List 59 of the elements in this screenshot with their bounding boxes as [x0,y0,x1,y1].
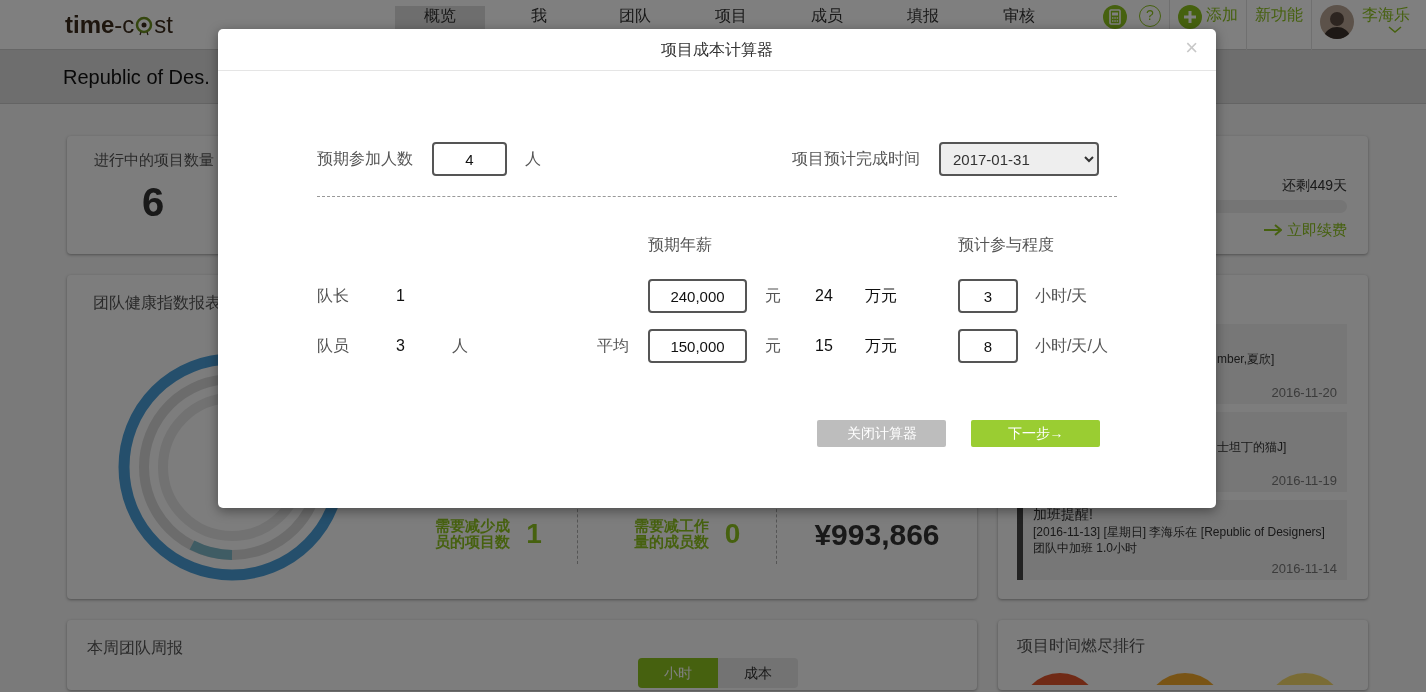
donut-chart-drawing [1275,672,1335,685]
donut-chart-drawing [1155,672,1215,685]
project-count: 6 [142,178,165,226]
card-title: 本周团队周报 [87,639,183,656]
notice-text: 士坦丁的猫J] [1216,439,1288,456]
row-label: 队长 [317,286,350,306]
field-label: 项目预计完成时间 [792,149,920,169]
salary-value: 15 [815,336,834,356]
row-label: 队员 [317,336,350,356]
card-title: 进行中的项目数量 [94,151,214,170]
days-remaining: 还剩449天 [1281,176,1347,195]
salary-value: 24 [815,286,834,306]
notice-text: [2016-11-13] [星期日] 李海乐在 [Republic of Designers] 团队中加班 1.0小时 [1033,523,1326,557]
unit-label: 元 [765,286,782,306]
calculator-icon[interactable] [1103,4,1127,29]
column-heading: 预计参与程度 [958,235,1055,255]
stat-value: 1 [526,517,542,551]
column-heading: 预期年薪 [648,235,713,255]
stat-value: 0 [724,517,741,551]
nav-tab[interactable]: 我 [491,5,587,44]
unit-label: 人 [452,336,469,356]
nav-tab[interactable]: 填报 [875,5,971,44]
unit-label: 元 [765,336,782,356]
unit-label: 万元 [865,286,898,306]
unit-label: 万元 [865,336,898,356]
toggle-button[interactable]: 成本 [718,658,798,688]
input-field[interactable]: 8 [958,329,1018,363]
notice-text: mber,夏欣] [1216,351,1276,368]
logo-text[interactable]: st [154,6,174,43]
input-field[interactable]: 240,000 [648,279,747,313]
notice-date: 2016-11-19 [1270,472,1337,490]
chevron-down-icon[interactable] [1388,25,1402,34]
stat-label: 需要减工作量的成员数 [633,517,709,551]
input-field[interactable]: 150,000 [648,329,747,363]
unit-label: 小时/天 [1035,286,1089,306]
notice-date: 2016-11-14 [1270,560,1337,578]
field-label: 平均 [597,336,630,356]
stat-label: 需要减少成员的项目数 [435,517,511,551]
project-title: Republic of Des. [63,64,210,90]
donut-chart-drawing [1030,672,1090,685]
field-label: 预期参加人数 [317,149,413,169]
unit-label: 小时/天/人 [1035,336,1109,356]
input-field[interactable]: 4 [432,142,507,176]
logo-text[interactable]: time-c [65,6,135,43]
nav-tab[interactable]: 审核 [971,5,1067,44]
member-count: 1 [396,286,406,306]
unit-label: 人 [525,149,541,169]
avatar[interactable] [1320,4,1354,39]
plus-icon[interactable] [1178,4,1202,29]
input-field[interactable]: 3 [958,279,1018,313]
arrow-right-icon [1264,224,1282,236]
nav-tab[interactable]: 成员 [779,5,875,44]
notice-title: 加班提醒! [1033,505,1094,524]
card-title: 项目时间燃尽排行 [1017,636,1146,656]
date-select[interactable]: 2017-01-31 [939,142,1099,176]
notice-item[interactable]: 加班提醒! [2016-11-13] [星期日] 李海乐在 [Republic of Designers] 团队中加班 1.0小时 2016-11-14 [1017,500,1347,580]
notice-date: 2016-11-20 [1270,384,1337,402]
member-count: 3 [396,336,406,356]
cost-value: ¥993,866 [814,516,940,553]
